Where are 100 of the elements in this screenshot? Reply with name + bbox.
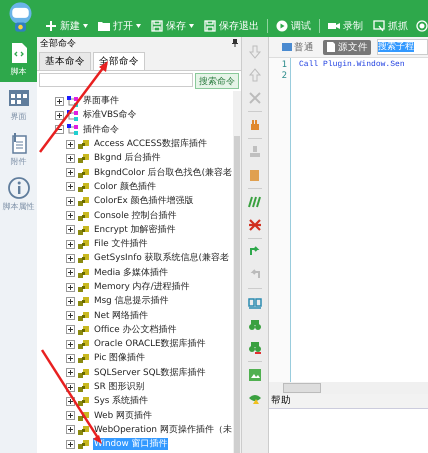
expand-icon[interactable]: [66, 225, 75, 234]
tree-item[interactable]: 标准VBS命令: [82, 109, 138, 122]
expand-icon[interactable]: [66, 382, 75, 392]
comment-icon[interactable]: [248, 195, 262, 209]
tree-item[interactable]: SQLServer SQL数据库插件: [93, 366, 206, 379]
plugin-icon: [78, 353, 90, 364]
expand-icon[interactable]: [66, 168, 75, 178]
tree-item[interactable]: 插件命令: [82, 124, 120, 136]
tree-item[interactable]: Msg 信息提示插件: [93, 295, 170, 308]
tree-item[interactable]: Media 多媒体插件: [93, 266, 170, 279]
info-icon: [8, 177, 30, 199]
plugin-icon: [78, 139, 90, 150]
expand-icon[interactable]: [66, 411, 75, 420]
folder-icon: [98, 20, 110, 32]
tree-item[interactable]: Net 网络插件: [93, 310, 150, 322]
expand-icon[interactable]: [66, 354, 75, 363]
window-icon: [373, 20, 385, 32]
plugin-icon: [78, 396, 90, 406]
caret-icon: [83, 24, 88, 28]
tree-item[interactable]: 界面事件: [82, 95, 120, 108]
plugin-icon: [78, 296, 90, 306]
plugin-icon: [78, 224, 90, 235]
tree-item[interactable]: Bkgnd 后台插件: [93, 152, 162, 164]
plugin-icon: [78, 210, 90, 221]
expand-icon[interactable]: [66, 282, 75, 292]
expand-icon[interactable]: [66, 368, 75, 378]
tree-item[interactable]: WebOperation 网页操作插件（未: [93, 424, 233, 436]
expand-icon[interactable]: [66, 440, 75, 449]
expand-icon[interactable]: [66, 296, 75, 306]
plugin-icon: [78, 410, 90, 421]
file-icon: [326, 42, 336, 52]
mode-tab[interactable]: 源文件: [323, 40, 371, 54]
tree-item[interactable]: Color 颜色插件: [93, 180, 157, 193]
caret-icon: [189, 24, 194, 28]
window-icon: [282, 42, 292, 52]
code-line: Call Plugin.Window.Sen: [299, 60, 405, 69]
plugin-icon: [78, 382, 90, 392]
tree-item[interactable]: Console 控制台插件: [93, 210, 178, 222]
tree-item[interactable]: Encrypt 加解密插件: [93, 224, 177, 236]
plugin-icon: [78, 368, 90, 378]
plugin-icon: [78, 268, 90, 278]
expand-icon[interactable]: [66, 425, 75, 434]
plugin-icon: [78, 324, 90, 335]
binoculars-icon[interactable]: [248, 318, 262, 332]
plugin-icon: [78, 310, 90, 321]
mode-tab[interactable]: 普通: [279, 40, 317, 54]
grid-icon: [8, 87, 30, 109]
tree-item[interactable]: ColorEx 颜色插件增强版: [93, 195, 195, 208]
scrollbar[interactable]: [233, 91, 241, 453]
camera-icon: [328, 20, 340, 32]
scrollbar[interactable]: [269, 382, 428, 394]
plugin-icon: [78, 439, 90, 450]
expand-icon[interactable]: [66, 268, 75, 278]
plugin-icon: [78, 253, 90, 264]
plugin-icon: [78, 196, 90, 206]
group-icon: [67, 124, 79, 136]
tree-item[interactable]: Access ACCESS数据库插件: [93, 138, 208, 150]
search-button[interactable]: 搜索命令: [195, 73, 239, 89]
binoculars-icon[interactable]: [248, 341, 262, 355]
tree-item[interactable]: BkgndColor 后台取色找色(兼容老: [93, 166, 233, 179]
plus-icon: [45, 20, 57, 32]
image-icon[interactable]: [248, 368, 262, 382]
tree-item[interactable]: Oracle ORACLE数据库插件: [93, 338, 207, 350]
expand-icon[interactable]: [66, 182, 75, 192]
expand-icon[interactable]: [66, 154, 75, 163]
group-icon: [67, 96, 79, 107]
plugin-icon: [78, 153, 90, 164]
save-icon: [151, 20, 163, 32]
panel-title: 全部命令: [40, 38, 76, 50]
plugin-icon: [78, 424, 90, 435]
expand-icon[interactable]: [66, 311, 75, 320]
line-number: 2: [280, 71, 287, 82]
expand-icon[interactable]: [66, 254, 75, 263]
tree-item[interactable]: SR 图形识别: [93, 381, 146, 394]
expand-icon[interactable]: [66, 325, 75, 334]
expand-icon[interactable]: [66, 211, 75, 220]
tab[interactable]: 基本命令: [39, 52, 91, 70]
group-icon: [67, 110, 79, 121]
pin-icon[interactable]: [232, 39, 238, 47]
tree-item[interactable]: Pic 图像插件: [93, 352, 146, 364]
tree-item[interactable]: Sys 系统插件: [93, 395, 150, 408]
expand-icon[interactable]: [66, 140, 75, 149]
record-icon[interactable]: [416, 20, 428, 32]
tree-item[interactable]: Memory 内存/进程插件: [93, 281, 191, 293]
search-field[interactable]: [39, 73, 193, 87]
tree-item[interactable]: File 文件插件: [93, 238, 149, 250]
expand-icon[interactable]: [66, 340, 75, 349]
expand-icon[interactable]: [66, 196, 75, 206]
play-icon: [276, 20, 288, 32]
plugin-icon: [78, 182, 90, 192]
tree-item[interactable]: GetSysInfo 获取系统信息(兼容老: [93, 252, 230, 264]
expand-icon[interactable]: [66, 240, 75, 249]
expander-icon[interactable]: [55, 110, 64, 120]
expander-icon[interactable]: [55, 96, 64, 106]
uncomment-icon[interactable]: [248, 218, 262, 232]
line-number: 1: [280, 60, 287, 71]
save-icon: [204, 20, 216, 32]
plugin-icon: [78, 339, 90, 350]
tree-item[interactable]: Office 办公文档插件: [93, 324, 178, 336]
tree-item[interactable]: Web 网页插件: [93, 410, 153, 422]
